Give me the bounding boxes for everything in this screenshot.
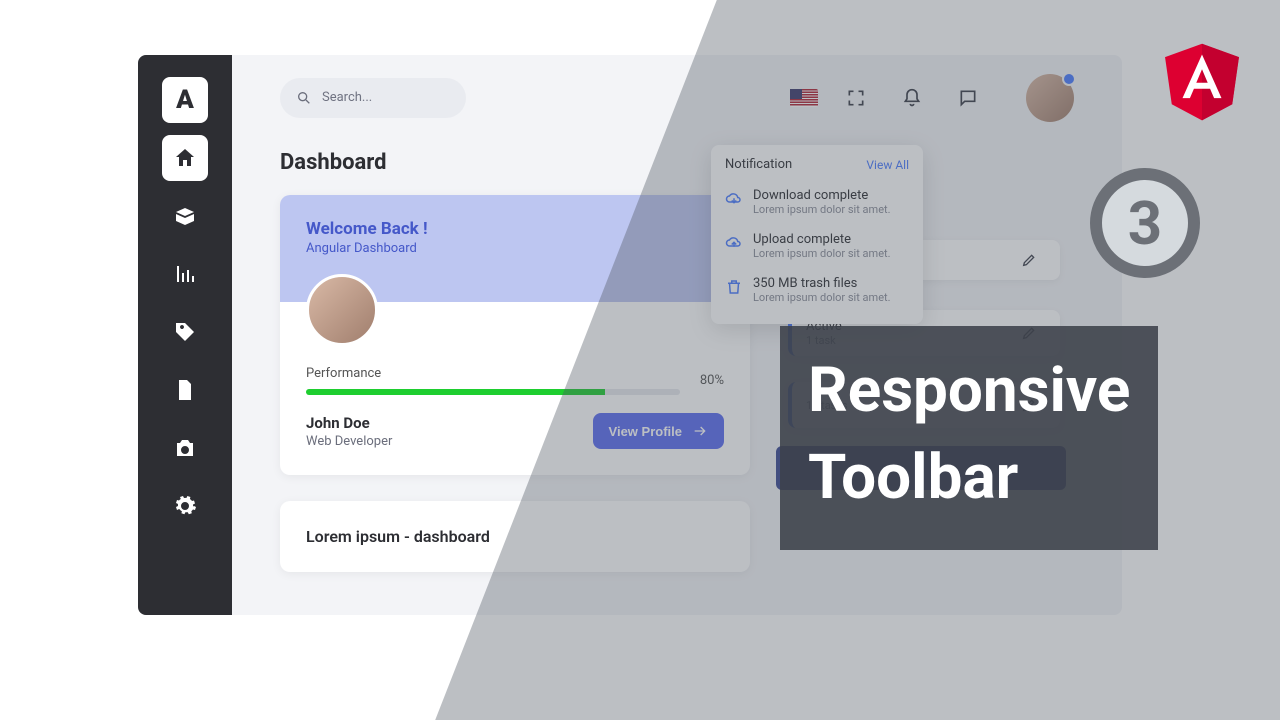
notification-item[interactable]: Download completeLorem ipsum dolor sit a… bbox=[725, 180, 909, 224]
gear-icon bbox=[173, 494, 197, 518]
title-line-1: Responsive bbox=[808, 348, 1130, 435]
fullscreen-button[interactable] bbox=[838, 80, 874, 116]
profile-role: Web Developer bbox=[306, 434, 392, 449]
search-input[interactable]: Search... bbox=[280, 78, 466, 118]
lorem-card: Lorem ipsum - dashboard bbox=[280, 501, 750, 572]
cloud-download-icon bbox=[725, 190, 743, 208]
language-flag[interactable] bbox=[790, 89, 818, 107]
edit-button[interactable] bbox=[1014, 245, 1044, 275]
page-title: Dashboard bbox=[232, 140, 1122, 195]
cloud-upload-icon bbox=[725, 234, 743, 252]
pencil-icon bbox=[1021, 252, 1037, 268]
home-icon bbox=[173, 146, 197, 170]
arrow-right-icon bbox=[692, 423, 708, 439]
thumbnail-title: Responsive Toolbar bbox=[780, 326, 1158, 550]
file-icon bbox=[173, 378, 197, 402]
sidebar-item-files[interactable] bbox=[162, 367, 208, 413]
view-profile-button[interactable]: View Profile bbox=[593, 413, 724, 449]
notification-item-sub: Lorem ipsum dolor sit amet. bbox=[753, 291, 891, 304]
sidebar-item-settings[interactable] bbox=[162, 483, 208, 529]
bell-icon bbox=[902, 88, 922, 108]
fullscreen-icon bbox=[846, 88, 866, 108]
sidebar-item-analytics[interactable] bbox=[162, 251, 208, 297]
sidebar-item-camera[interactable] bbox=[162, 425, 208, 471]
user-avatar[interactable] bbox=[1026, 74, 1074, 122]
view-all-link[interactable]: View All bbox=[866, 158, 909, 172]
tags-icon bbox=[173, 320, 197, 344]
performance-label: Performance bbox=[306, 366, 680, 381]
camera-icon bbox=[173, 436, 197, 460]
notifications-button[interactable] bbox=[894, 80, 930, 116]
sidebar-item-home[interactable] bbox=[162, 135, 208, 181]
notification-item-title: Download complete bbox=[753, 188, 891, 203]
chat-icon bbox=[958, 88, 978, 108]
performance-percent: 80% bbox=[700, 373, 724, 388]
trash-icon bbox=[725, 278, 743, 296]
profile-avatar bbox=[306, 274, 378, 346]
search-icon bbox=[296, 90, 312, 106]
notification-item-sub: Lorem ipsum dolor sit amet. bbox=[753, 247, 891, 260]
notification-dropdown: Notification View All Download completeL… bbox=[711, 145, 923, 324]
notification-item[interactable]: Upload completeLorem ipsum dolor sit ame… bbox=[725, 224, 909, 268]
chart-icon bbox=[173, 262, 197, 286]
notification-item-title: Upload complete bbox=[753, 232, 891, 247]
welcome-title: Welcome Back ! bbox=[306, 219, 724, 239]
angular-logo bbox=[1160, 34, 1244, 124]
sidebar-item-products[interactable] bbox=[162, 193, 208, 239]
notification-item[interactable]: 350 MB trash filesLorem ipsum dolor sit … bbox=[725, 268, 909, 312]
sidebar-item-tags[interactable] bbox=[162, 309, 208, 355]
messages-button[interactable] bbox=[950, 80, 986, 116]
search-placeholder: Search... bbox=[322, 90, 372, 105]
box-icon bbox=[173, 204, 197, 228]
notification-title: Notification bbox=[725, 157, 792, 172]
profile-name: John Doe bbox=[306, 414, 392, 432]
episode-badge: 3 bbox=[1090, 168, 1200, 278]
notification-item-sub: Lorem ipsum dolor sit amet. bbox=[753, 203, 891, 216]
welcome-card: Welcome Back ! Angular Dashboard Perform… bbox=[280, 195, 750, 475]
title-line-2: Toolbar bbox=[808, 435, 1130, 522]
welcome-subtitle: Angular Dashboard bbox=[306, 241, 724, 256]
view-profile-label: View Profile bbox=[609, 424, 682, 439]
notification-item-title: 350 MB trash files bbox=[753, 276, 891, 291]
performance-bar bbox=[306, 389, 680, 395]
topbar: Search... bbox=[232, 55, 1122, 140]
sidebar: A bbox=[138, 55, 232, 615]
app-logo[interactable]: A bbox=[162, 77, 208, 123]
